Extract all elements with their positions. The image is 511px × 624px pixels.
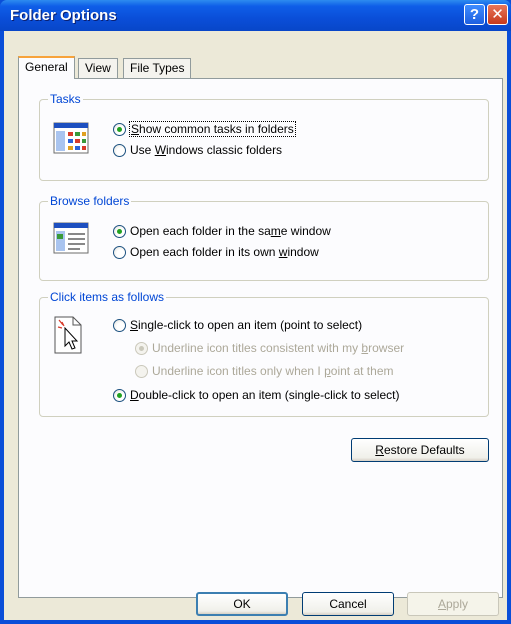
radio-button[interactable] <box>113 143 126 157</box>
option-label: Show common tasks in folders <box>129 121 296 137</box>
folder-options-window: Folder Options ? ✕ General View File Typ… <box>0 0 511 624</box>
option-label: Single-click to open an item (point to s… <box>130 318 363 332</box>
radio-button-checked[interactable] <box>113 224 126 238</box>
radio-open-own-window[interactable]: Open each folder in its own window <box>113 245 319 259</box>
ok-button[interactable]: OK <box>196 592 288 616</box>
browse-folders-legend: Browse folders <box>48 194 132 208</box>
restore-defaults-button[interactable]: Restore Defaults <box>351 438 489 462</box>
option-label: Open each folder in its own window <box>130 245 319 259</box>
window-title: Folder Options <box>10 7 117 24</box>
cancel-button[interactable]: Cancel <box>302 592 394 616</box>
radio-show-common-tasks[interactable]: Show common tasks in folders <box>113 121 296 137</box>
title-bar[interactable]: Folder Options ? ✕ <box>0 0 511 31</box>
option-label: Open each folder in the same window <box>130 224 331 238</box>
radio-use-classic-folders[interactable]: Use Windows classic folders <box>113 143 282 157</box>
browse-folders-group: Browse folders Open each folder in the s… <box>39 194 489 281</box>
radio-button-disabled <box>135 364 148 378</box>
tasks-pane-icon <box>53 122 89 154</box>
apply-button[interactable]: Apply <box>407 592 499 616</box>
radio-double-click[interactable]: Double-click to open an item (single-cli… <box>113 388 399 402</box>
tasks-group: Tasks Show common tasks in folders Use W… <box>39 92 489 181</box>
radio-underline-point: Underline icon titles only when I point … <box>135 364 393 378</box>
radio-underline-browser: Underline icon titles consistent with my… <box>135 341 404 355</box>
dialog-body: General View File Types Tasks Show commo <box>4 31 507 620</box>
option-label: Underline icon titles only when I point … <box>152 364 394 378</box>
click-items-group: Click items as follows Single-click to o… <box>39 290 489 417</box>
close-button[interactable]: ✕ <box>487 4 508 25</box>
click-items-legend: Click items as follows <box>48 290 167 304</box>
help-icon: ? <box>469 6 480 23</box>
tasks-legend: Tasks <box>48 92 83 106</box>
tab-general[interactable]: General <box>18 56 75 79</box>
radio-open-same-window[interactable]: Open each folder in the same window <box>113 224 331 238</box>
pointer-click-icon <box>54 316 82 354</box>
tab-file-types[interactable]: File Types <box>123 58 192 78</box>
tab-view[interactable]: View <box>78 58 118 78</box>
option-label: Double-click to open an item (single-cli… <box>130 388 400 402</box>
close-icon: ✕ <box>491 6 504 23</box>
radio-button-checked[interactable] <box>113 388 126 402</box>
option-label: Underline icon titles consistent with my… <box>152 341 405 355</box>
option-label: Use Windows classic folders <box>130 143 283 157</box>
general-tab-panel: Tasks Show common tasks in folders Use W… <box>18 78 503 598</box>
radio-button[interactable] <box>113 318 126 332</box>
radio-single-click[interactable]: Single-click to open an item (point to s… <box>113 318 362 332</box>
radio-button[interactable] <box>113 245 126 259</box>
radio-button-disabled <box>135 341 148 355</box>
browse-window-icon <box>53 222 89 254</box>
help-button[interactable]: ? <box>464 4 485 25</box>
radio-button-checked[interactable] <box>113 122 126 136</box>
